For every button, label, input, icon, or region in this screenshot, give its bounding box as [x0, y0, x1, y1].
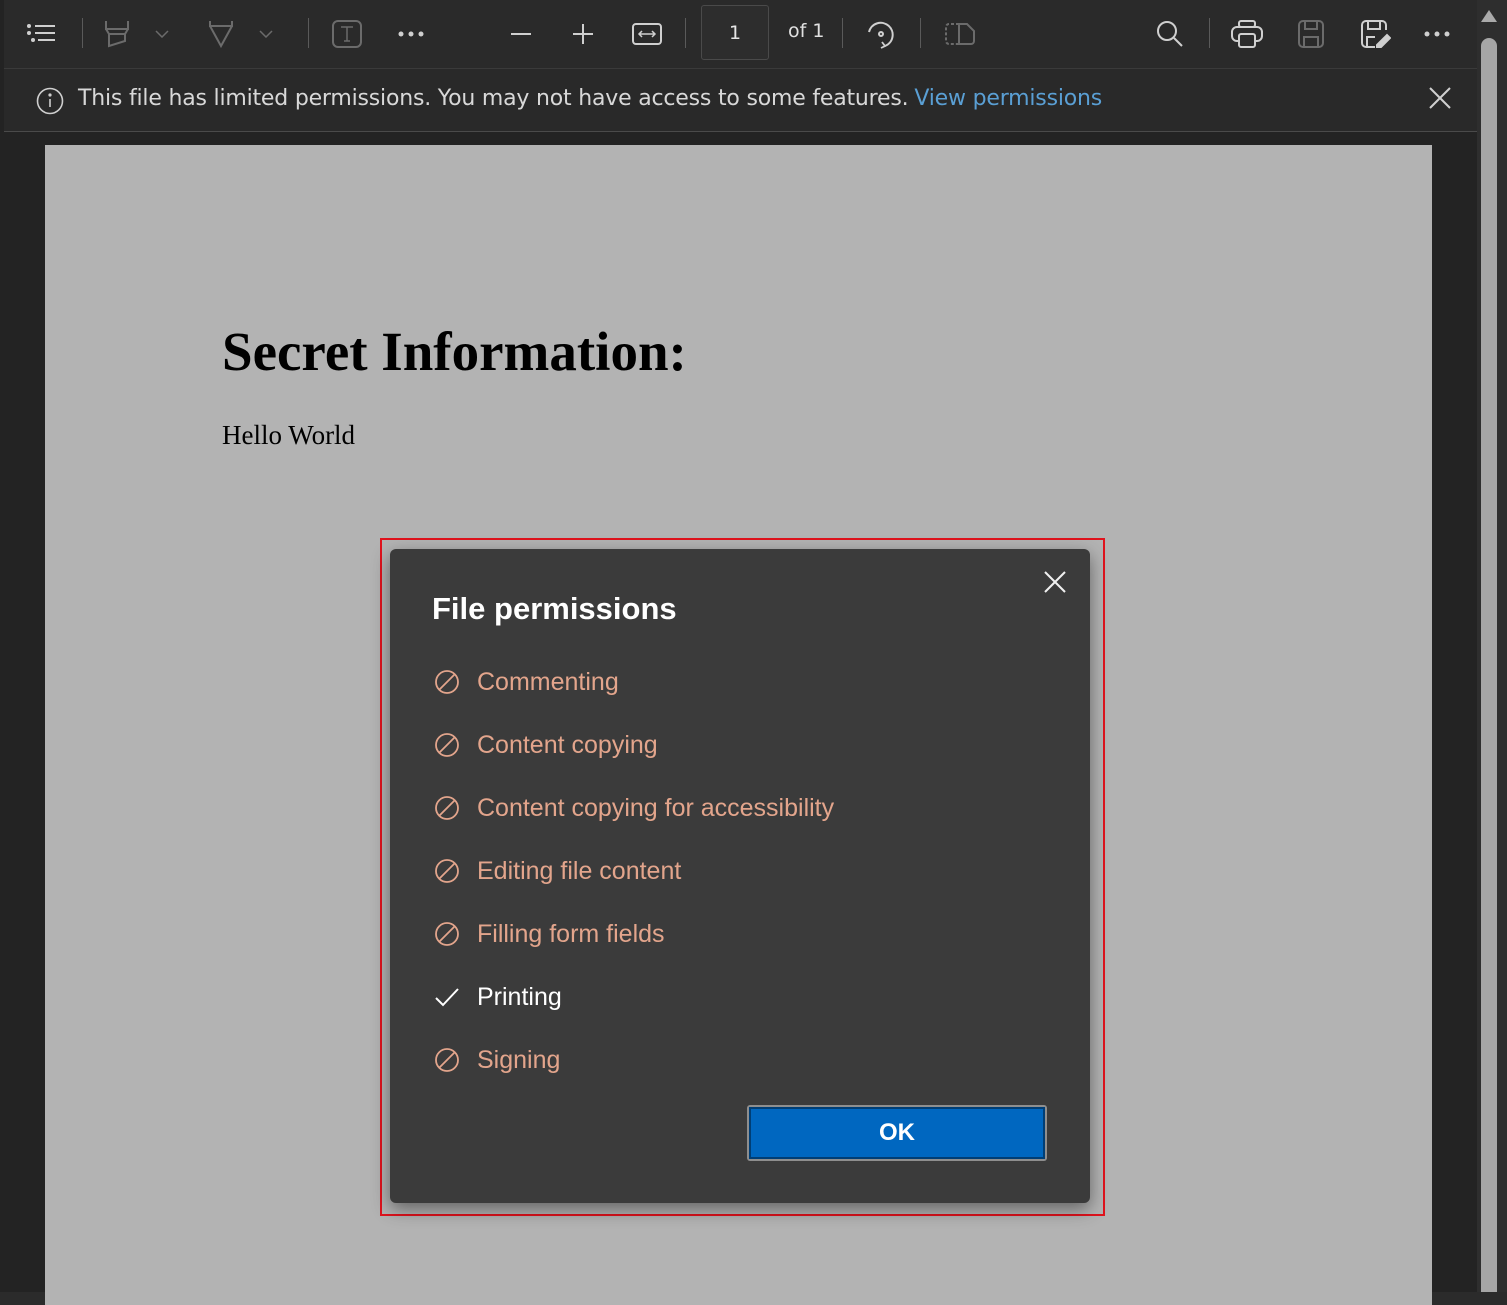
- close-icon[interactable]: [1042, 569, 1068, 595]
- permission-item: Commenting: [432, 665, 619, 699]
- document-body-text: Hello World: [222, 420, 356, 450]
- save-as-button[interactable]: [1360, 14, 1392, 54]
- page-total-label: of 1: [788, 20, 825, 42]
- chevron-down-icon: [155, 30, 169, 38]
- highlight-button[interactable]: [102, 14, 132, 54]
- permission-label: Filling form fields: [477, 919, 665, 948]
- draw-icon: [209, 21, 233, 49]
- info-bar-message-container: This file has limited permissions. You m…: [78, 86, 1102, 111]
- toolbar-separator: [1209, 18, 1210, 48]
- save-button[interactable]: [1296, 14, 1326, 54]
- blocked-icon: [432, 919, 462, 949]
- draw-dropdown[interactable]: [256, 14, 276, 54]
- permission-label: Content copying for accessibility: [477, 793, 835, 822]
- page-number-input[interactable]: 1: [701, 5, 769, 60]
- fit-to-width-button[interactable]: [630, 14, 664, 54]
- toolbar-separator: [308, 18, 309, 48]
- save-icon: [1298, 20, 1324, 48]
- ok-button[interactable]: OK: [747, 1105, 1047, 1161]
- page-view-button[interactable]: [944, 14, 976, 54]
- search-icon: [1157, 21, 1183, 47]
- blocked-icon: [432, 1045, 462, 1075]
- print-button[interactable]: [1230, 14, 1264, 54]
- scrollbar-thumb[interactable]: [1481, 38, 1497, 1292]
- table-of-contents-button[interactable]: [24, 14, 60, 54]
- checkmark-icon: [432, 982, 462, 1012]
- search-button[interactable]: [1154, 14, 1186, 54]
- draw-button[interactable]: [206, 14, 236, 54]
- highlight-icon: [105, 21, 129, 48]
- permission-label: Content copying: [477, 730, 658, 759]
- ok-button-label: OK: [749, 1107, 1045, 1159]
- zoom-in-button[interactable]: [568, 14, 598, 54]
- permissions-info-bar: This file has limited permissions. You m…: [4, 69, 1477, 132]
- permission-item: Filling form fields: [432, 917, 665, 951]
- fit-width-icon: [632, 23, 662, 45]
- toolbar: 1 of 1: [4, 0, 1477, 69]
- file-permissions-dialog: File permissions Commenting Content copyi…: [390, 549, 1090, 1203]
- toolbar-separator: [920, 18, 921, 48]
- permission-label: Editing file content: [477, 856, 682, 885]
- more-tools-button[interactable]: [396, 14, 426, 54]
- scroll-up-arrow-icon[interactable]: [1481, 10, 1497, 22]
- permission-item: Content copying for accessibility: [432, 791, 834, 825]
- blocked-icon: [432, 793, 462, 823]
- save-as-icon: [1361, 20, 1391, 48]
- info-icon: [36, 87, 64, 115]
- zoom-in-icon: [573, 24, 593, 44]
- toolbar-separator: [82, 18, 83, 48]
- toolbar-separator: [685, 18, 686, 48]
- blocked-icon: [432, 730, 462, 760]
- zoom-out-button[interactable]: [506, 14, 536, 54]
- chevron-down-icon: [259, 30, 273, 38]
- info-bar-message: This file has limited permissions. You m…: [78, 86, 909, 111]
- toolbar-separator: [842, 18, 843, 48]
- view-permissions-link[interactable]: View permissions: [914, 86, 1102, 111]
- permission-item: Signing: [432, 1043, 560, 1077]
- zoom-out-icon: [511, 33, 531, 35]
- more-options-icon: [1424, 31, 1450, 37]
- page-view-icon: [945, 23, 975, 45]
- blocked-icon: [432, 856, 462, 886]
- permission-label: Commenting: [477, 667, 619, 696]
- permission-label: Signing: [477, 1045, 561, 1074]
- close-icon[interactable]: [1428, 86, 1452, 110]
- dialog-title: File permissions: [432, 591, 677, 626]
- rotate-icon: [868, 21, 894, 49]
- document-heading: Secret Information:: [222, 321, 687, 382]
- vertical-scrollbar[interactable]: [1477, 0, 1507, 1292]
- permission-item: Editing file content: [432, 854, 681, 888]
- permission-item: Printing: [432, 980, 562, 1014]
- text-icon: [332, 20, 362, 48]
- blocked-icon: [432, 667, 462, 697]
- table-of-contents-icon: [27, 24, 55, 42]
- rotate-button[interactable]: [864, 14, 898, 54]
- add-text-button[interactable]: [330, 14, 364, 54]
- more-icon: [398, 31, 424, 37]
- permission-label: Printing: [477, 982, 562, 1011]
- permission-item: Content copying: [432, 728, 658, 762]
- highlight-dropdown[interactable]: [152, 14, 172, 54]
- print-icon: [1231, 20, 1263, 48]
- more-options-button[interactable]: [1422, 14, 1452, 54]
